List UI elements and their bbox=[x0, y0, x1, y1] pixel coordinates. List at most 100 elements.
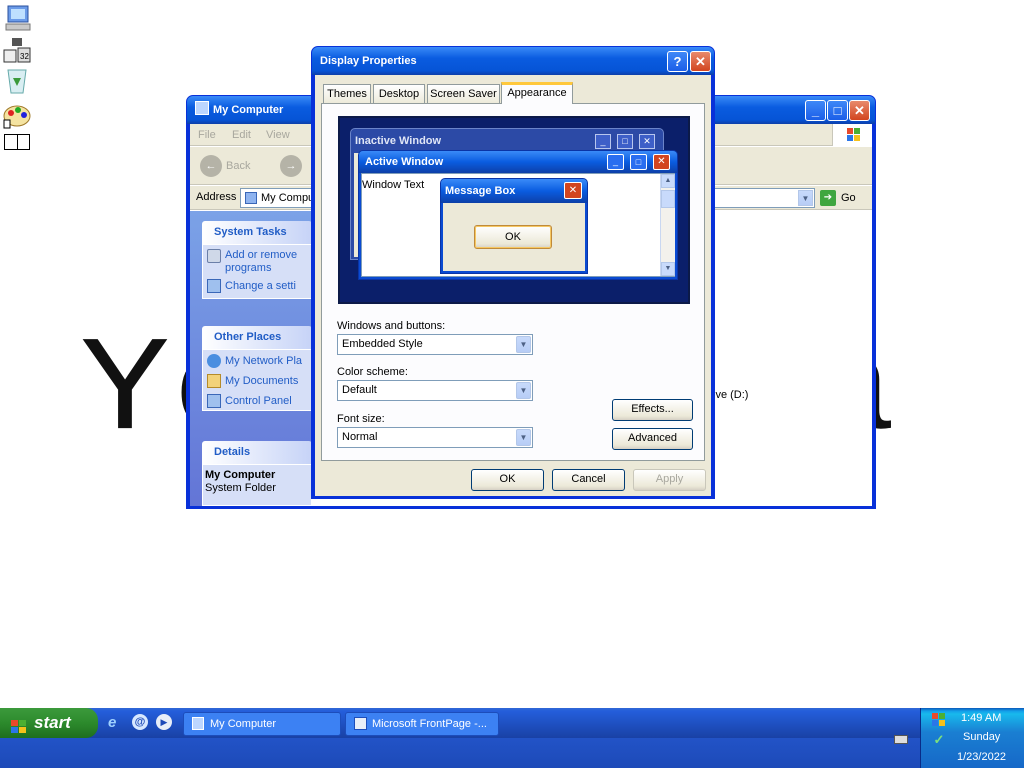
appearance-preview: Inactive Window _ □ ✕ Active Window _ □ … bbox=[338, 116, 690, 304]
clock-day: Sunday bbox=[963, 731, 1001, 743]
tray-network-icon[interactable]: ✓ bbox=[931, 732, 947, 747]
windows-buttons-select[interactable]: Embedded Style ▼ bbox=[337, 334, 533, 355]
dialog-client: Themes Desktop Screen Saver Appearance I… bbox=[315, 75, 711, 496]
cancel-button[interactable]: Cancel bbox=[552, 469, 625, 491]
system-tray: ✓ 1:49 AM Sunday 1/23/2022 bbox=[920, 708, 1024, 768]
system-tasks-body: Add or remove programs Change a setti bbox=[202, 244, 312, 299]
help-button[interactable]: ? bbox=[667, 51, 688, 72]
drive-d-label[interactable]: ive (D:) bbox=[713, 389, 748, 401]
windows-buttons-dropdown-icon[interactable]: ▼ bbox=[516, 336, 531, 353]
taskbar-my-computer[interactable]: My Computer bbox=[183, 712, 341, 736]
preview-msgbox-title: Message Box bbox=[445, 185, 516, 197]
preview-inactive-close-icon: ✕ bbox=[639, 134, 655, 149]
font-size-label: Font size: bbox=[337, 413, 385, 425]
blank-icon[interactable] bbox=[4, 134, 30, 150]
ie-icon[interactable]: e bbox=[108, 714, 124, 731]
taskbar-my-computer-icon bbox=[192, 717, 204, 730]
my-computer-icon[interactable] bbox=[2, 4, 32, 32]
windows-logo-icon bbox=[832, 124, 872, 146]
preview-window-text: Window Text bbox=[362, 179, 425, 191]
menu-edit[interactable]: Edit bbox=[232, 129, 251, 141]
ok-button[interactable]: OK bbox=[471, 469, 544, 491]
paint-icon[interactable] bbox=[2, 102, 32, 130]
preview-inactive-max-icon: □ bbox=[617, 134, 633, 149]
my-network-places-link[interactable]: My Network Pla bbox=[225, 355, 302, 367]
add-remove-programs-link[interactable]: Add or remove programs bbox=[225, 249, 311, 275]
preview-active-max-icon: □ bbox=[630, 154, 647, 170]
keyboard-icon[interactable] bbox=[894, 735, 908, 744]
explorer-title-icon bbox=[195, 101, 209, 115]
details-header[interactable]: Details bbox=[202, 441, 312, 464]
svg-text:32: 32 bbox=[20, 52, 29, 61]
color-scheme-select[interactable]: Default ▼ bbox=[337, 380, 533, 401]
other-places-header[interactable]: Other Places bbox=[202, 326, 312, 349]
preview-msgbox-close-icon: ✕ bbox=[564, 182, 582, 199]
explorer-title: My Computer bbox=[213, 104, 284, 116]
tray-messenger-icon[interactable] bbox=[931, 712, 947, 728]
start-button[interactable]: start bbox=[0, 708, 98, 738]
menu-file[interactable]: File bbox=[198, 129, 216, 141]
change-setting-icon bbox=[207, 279, 221, 293]
taskbar-my-computer-label: My Computer bbox=[210, 718, 277, 730]
preview-active-min-icon: _ bbox=[607, 154, 624, 170]
preview-msgbox-ok-button: OK bbox=[474, 225, 552, 249]
windows-buttons-label: Windows and buttons: bbox=[337, 320, 446, 332]
preview-active-title: Active Window bbox=[365, 156, 444, 168]
preview-active-close-icon: ✕ bbox=[653, 154, 670, 170]
explorer-minimize-button[interactable]: _ bbox=[805, 100, 826, 121]
font-size-value: Normal bbox=[342, 431, 378, 443]
control-panel-icon bbox=[207, 394, 221, 408]
control-panel-link[interactable]: Control Panel bbox=[225, 395, 292, 407]
details-body: My Computer System Folder bbox=[202, 464, 312, 506]
tab-desktop[interactable]: Desktop bbox=[373, 84, 425, 104]
system-tasks-header[interactable]: System Tasks bbox=[202, 221, 312, 244]
other-places-body: My Network Pla My Documents Control Pane… bbox=[202, 349, 312, 411]
network-icon[interactable]: 32 bbox=[2, 36, 32, 64]
color-scheme-dropdown-icon[interactable]: ▼ bbox=[516, 382, 531, 399]
email-icon[interactable]: @ bbox=[132, 714, 148, 730]
effects-button[interactable]: Effects... bbox=[612, 399, 693, 421]
taskbar-frontpage[interactable]: Microsoft FrontPage -... bbox=[345, 712, 499, 736]
appearance-tab-page: Inactive Window _ □ ✕ Active Window _ □ … bbox=[321, 103, 705, 461]
details-type: System Folder bbox=[205, 482, 276, 494]
address-dropdown-icon[interactable]: ▼ bbox=[798, 190, 813, 206]
explorer-close-button[interactable]: ✕ bbox=[849, 100, 870, 121]
preview-inactive-min-icon: _ bbox=[595, 134, 611, 149]
color-scheme-label: Color scheme: bbox=[337, 366, 408, 378]
menu-view[interactable]: View bbox=[266, 129, 290, 141]
apply-button[interactable]: Apply bbox=[633, 469, 706, 491]
back-icon[interactable]: ← bbox=[200, 155, 222, 177]
explorer-maximize-button[interactable]: □ bbox=[827, 100, 848, 121]
font-size-select[interactable]: Normal ▼ bbox=[337, 427, 533, 448]
taskbar-frontpage-label: Microsoft FrontPage -... bbox=[372, 718, 487, 730]
explorer-sidepanel: System Tasks Add or remove programs Chan… bbox=[190, 211, 312, 506]
clock-date: 1/23/2022 bbox=[957, 751, 1006, 763]
address-label: Address bbox=[196, 191, 237, 203]
clock-time[interactable]: 1:49 AM bbox=[961, 712, 1001, 724]
go-icon[interactable]: ➔ bbox=[820, 190, 836, 206]
display-properties-dialog: Display Properties ? ✕ Themes Desktop Sc… bbox=[311, 46, 715, 499]
taskbar bbox=[0, 708, 1024, 738]
add-remove-icon bbox=[207, 249, 221, 263]
dialog-title: Display Properties bbox=[320, 55, 417, 67]
tab-appearance[interactable]: Appearance bbox=[501, 82, 573, 104]
details-name: My Computer bbox=[205, 469, 276, 481]
tab-screen-saver[interactable]: Screen Saver bbox=[427, 84, 500, 104]
my-documents-icon bbox=[207, 374, 221, 388]
my-documents-link[interactable]: My Documents bbox=[225, 375, 298, 387]
tab-themes[interactable]: Themes bbox=[323, 84, 371, 104]
change-setting-link[interactable]: Change a setti bbox=[225, 280, 296, 292]
start-label: start bbox=[34, 713, 71, 732]
font-size-dropdown-icon[interactable]: ▼ bbox=[516, 429, 531, 446]
windows-buttons-value: Embedded Style bbox=[342, 338, 423, 350]
dialog-titlebar[interactable]: Display Properties bbox=[312, 47, 714, 75]
back-label[interactable]: Back bbox=[226, 160, 250, 172]
go-label[interactable]: Go bbox=[841, 192, 856, 204]
advanced-button[interactable]: Advanced bbox=[612, 428, 693, 450]
recycle-bin-icon[interactable] bbox=[2, 66, 32, 94]
forward-icon[interactable]: → bbox=[280, 155, 302, 177]
start-logo-icon bbox=[10, 715, 28, 733]
media-player-icon[interactable]: ▶ bbox=[156, 714, 172, 730]
network-places-icon bbox=[207, 354, 221, 368]
dialog-close-button[interactable]: ✕ bbox=[690, 51, 711, 72]
